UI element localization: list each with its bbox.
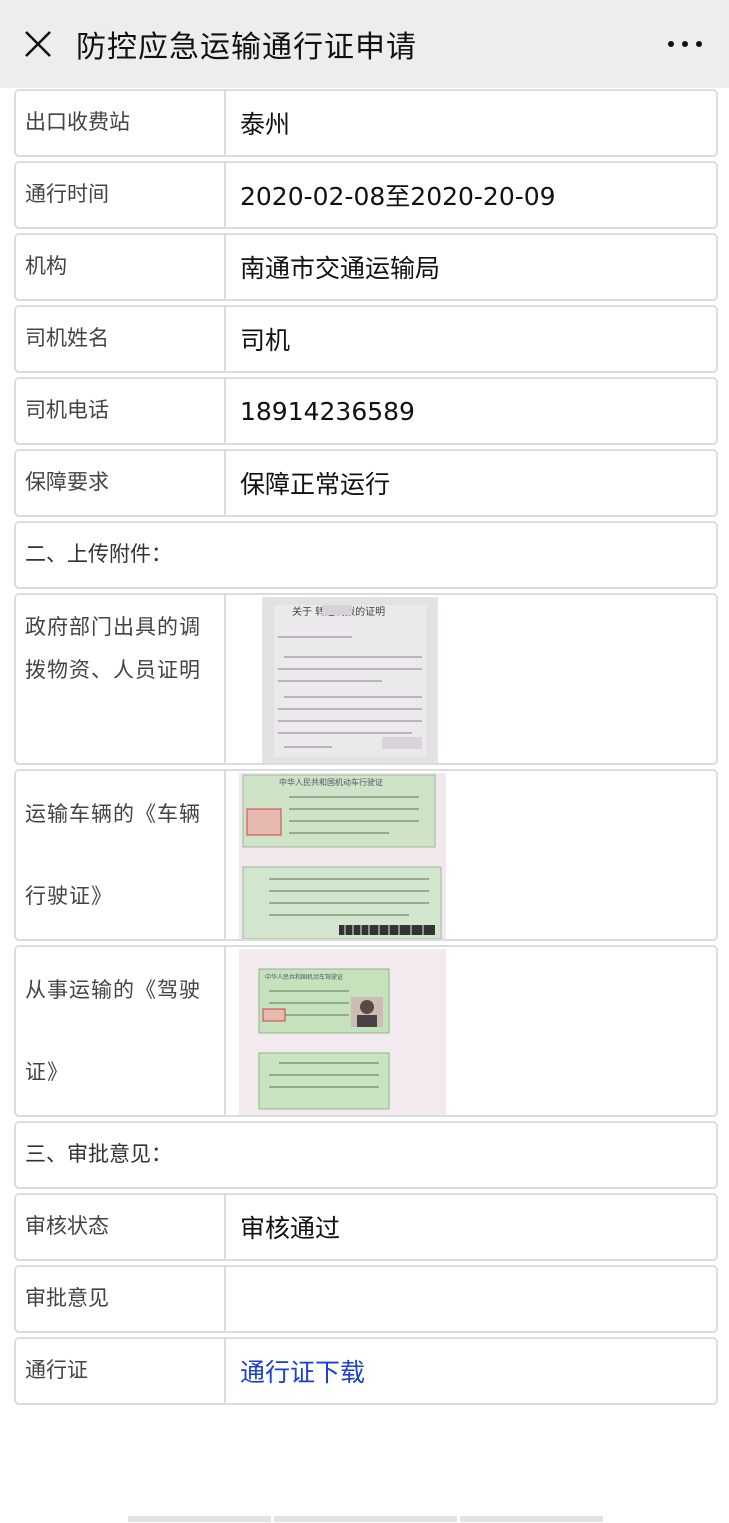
close-icon: [25, 31, 51, 57]
field-label: 出口收费站: [16, 91, 226, 155]
review-status-value: 审核通过: [240, 1214, 341, 1243]
field-row-review-status: 审核状态 审核通过: [14, 1193, 718, 1261]
field-label: 通行证: [16, 1339, 226, 1403]
driver-license-photo[interactable]: 中华人民共和国机动车驾驶证: [239, 949, 446, 1115]
field-label: 机构: [16, 235, 226, 299]
more-dots-icon: [668, 41, 702, 47]
bottom-scroll-bar: [274, 1516, 457, 1522]
field-label: 审核状态: [16, 1195, 226, 1259]
field-row-driver-name: 司机姓名 司机: [14, 305, 718, 373]
field-value: 2020-02-08至2020-20-09: [240, 182, 556, 211]
field-row-organization: 机构 南通市交通运输局: [14, 233, 718, 301]
driver-license-title: 中华人民共和国机动车驾驶证: [265, 973, 343, 981]
field-label: 保障要求: [16, 451, 226, 515]
field-value: 南通市交通运输局: [240, 254, 441, 283]
pass-download-link[interactable]: 通行证下载: [226, 1339, 716, 1403]
field-row-pass: 通行证 通行证下载: [14, 1337, 718, 1405]
field-row-travel-time: 通行时间 2020-02-08至2020-20-09: [14, 161, 718, 229]
approval-comment-value: [226, 1267, 716, 1331]
application-form: 出口收费站 泰州 通行时间 2020-02-08至2020-20-09 机构 南…: [14, 89, 718, 1409]
attachment-label: 从事运输的《驾驶证》: [16, 947, 226, 1115]
bottom-scroll-bar: [460, 1516, 603, 1522]
field-value: 保障正常运行: [240, 470, 391, 499]
field-row-approval-comment: 审批意见: [14, 1265, 718, 1333]
vehicle-license-title: 中华人民共和国机动车行驶证: [279, 777, 383, 787]
attachments-section-title: 二、上传附件：: [14, 521, 718, 589]
attachment-label: 运输车辆的《车辆行驶证》: [16, 771, 226, 939]
field-label: 通行时间: [16, 163, 226, 227]
attachment-row-vehicle-license: 运输车辆的《车辆行驶证》 中华人民共和国机动车行驶证: [14, 769, 718, 941]
field-value: 司机: [240, 326, 291, 355]
bottom-scroll-bar: [128, 1516, 271, 1522]
field-row-driver-phone: 司机电话 18914236589: [14, 377, 718, 445]
field-value: 18914236589: [240, 396, 415, 426]
attachment-row-driver-license: 从事运输的《驾驶证》 中华人民共和国机动车驾驶证: [14, 945, 718, 1117]
field-label: 司机姓名: [16, 307, 226, 371]
attachment-row-government-certificate: 政府部门出具的调拨物资、人员证明 关于 转运调拨的证明: [14, 593, 718, 765]
vehicle-license-photo[interactable]: 中华人民共和国机动车行驶证: [239, 773, 446, 939]
attachment-label: 政府部门出具的调拨物资、人员证明: [16, 595, 226, 763]
top-navigation-bar: 防控应急运输通行证申请: [0, 0, 729, 88]
field-row-exit-toll-station: 出口收费站 泰州: [14, 89, 718, 157]
close-button[interactable]: [0, 0, 76, 88]
approval-section-title: 三、审批意见：: [14, 1121, 718, 1189]
field-label: 司机电话: [16, 379, 226, 443]
field-value: 泰州: [240, 110, 291, 139]
field-label: 审批意见: [16, 1267, 226, 1331]
page-title: 防控应急运输通行证申请: [76, 30, 417, 65]
more-options-button[interactable]: [641, 0, 729, 88]
government-certificate-photo[interactable]: 关于 转运调拨的证明: [262, 597, 438, 763]
field-row-requirement: 保障要求 保障正常运行: [14, 449, 718, 517]
